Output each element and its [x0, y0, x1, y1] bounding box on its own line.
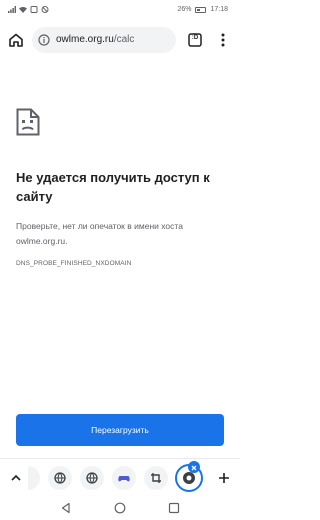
tab-thumbnail-partial[interactable] [28, 466, 40, 490]
browser-toolbar: owlme.org.ru/calc :D [0, 22, 240, 58]
close-icon [191, 465, 197, 471]
tab-thumbnail[interactable] [80, 466, 104, 490]
home-icon[interactable] [6, 30, 26, 50]
error-title: Не удается получить доступ к сайту [16, 170, 210, 204]
system-nav-bar [0, 496, 240, 520]
battery-icon [195, 6, 207, 13]
globe-icon [86, 472, 98, 484]
status-time: 17:18 [210, 6, 228, 13]
chevron-up-icon[interactable] [8, 470, 24, 486]
info-icon[interactable] [38, 34, 50, 46]
sad-page-icon [16, 108, 40, 136]
add-tab-icon[interactable] [216, 470, 232, 486]
gamepad-icon [118, 476, 130, 482]
home-nav-icon[interactable] [114, 502, 126, 514]
tab-switcher-button[interactable]: :D [186, 31, 204, 49]
dnd-icon [41, 6, 49, 13]
more-menu-icon[interactable] [214, 31, 232, 49]
globe-icon [54, 472, 66, 484]
address-bar[interactable]: owlme.org.ru/calc [32, 27, 176, 53]
notification-icon [30, 6, 38, 13]
url-domain: owlme.org.ru [56, 34, 114, 45]
status-icons-right: 26% 17:18 [177, 6, 228, 13]
url-text: owlme.org.ru/calc [56, 34, 134, 45]
error-code: DNS_PROBE_FINISHED_NXDOMAIN [16, 260, 132, 267]
error-description: Проверьте, нет ли опечаток в имени хоста… [16, 221, 183, 246]
back-icon[interactable] [60, 502, 72, 514]
status-icons-left [8, 6, 49, 13]
crop-icon [151, 473, 161, 483]
battery-percent: 26% [177, 6, 192, 13]
tab-strip [0, 458, 240, 496]
tab-thumbnail[interactable] [144, 466, 168, 490]
tab-thumbnail[interactable] [48, 466, 72, 490]
status-bar: 26% 17:18 [0, 0, 240, 20]
recents-icon[interactable] [168, 502, 180, 514]
signal-icon [8, 6, 16, 13]
reload-button[interactable]: Перезагрузить [16, 414, 224, 446]
wifi-icon [19, 7, 27, 13]
tab-thumbnail[interactable] [112, 466, 136, 490]
tab-count: :D [191, 35, 199, 41]
url-path: /calc [113, 34, 135, 45]
close-tab-button[interactable] [188, 461, 200, 473]
